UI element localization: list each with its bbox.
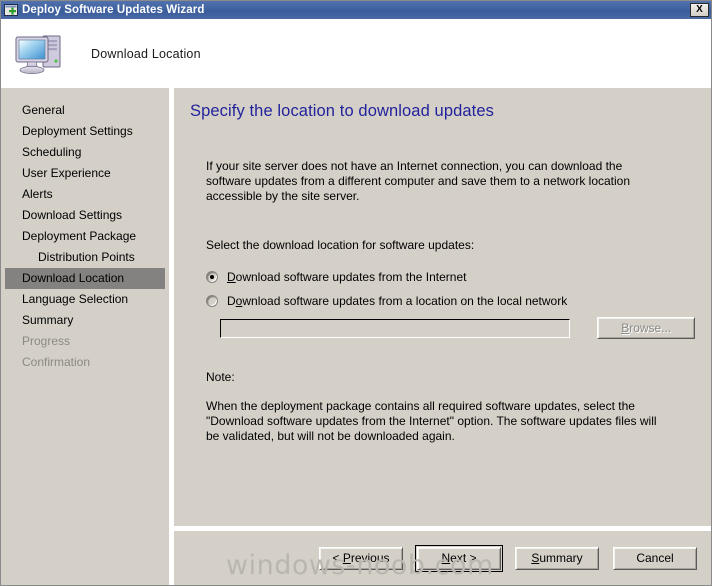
window-title: Deploy Software Updates Wizard: [22, 4, 205, 16]
summary-button-rest: ummary: [539, 551, 583, 565]
sidebar-item-deployment-settings[interactable]: Deployment Settings: [5, 121, 165, 142]
radio-download-from-local-network[interactable]: [206, 295, 218, 307]
wizard-content-panel: Specify the location to download updates…: [174, 88, 711, 526]
browse-button-rest: rowse...: [629, 321, 672, 335]
sidebar-item-scheduling[interactable]: Scheduling: [5, 142, 165, 163]
sidebar-item-alerts[interactable]: Alerts: [5, 184, 165, 205]
intro-text: If your site server does not have an Int…: [206, 159, 631, 203]
radio-row-local-network[interactable]: Download software updates from a locatio…: [206, 294, 695, 308]
cancel-button[interactable]: Cancel: [613, 546, 697, 570]
select-location-label: Select the download location for softwar…: [206, 238, 475, 252]
summary-button[interactable]: Summary: [515, 546, 599, 570]
wizard-window-plus-icon: [4, 3, 18, 17]
radio-label-internet: Download software updates from the Inter…: [227, 270, 467, 284]
wizard-body: General Deployment Settings Scheduling U…: [1, 88, 711, 585]
sidebar-item-download-settings[interactable]: Download Settings: [5, 205, 165, 226]
browse-button: Browse...: [597, 317, 695, 339]
network-path-input[interactable]: [220, 318, 571, 338]
radio-label-internet-rest: ownload software updates from the Intern…: [235, 270, 467, 284]
previous-button-rest: revious: [350, 551, 390, 565]
previous-button[interactable]: < Previous: [319, 546, 403, 570]
radio-label-local-rest: wnload software updates from a location …: [242, 294, 568, 308]
radio-label-local-network: Download software updates from a locatio…: [227, 294, 568, 308]
title-bar: Deploy Software Updates Wizard X: [1, 1, 711, 19]
path-row: Browse...: [220, 317, 695, 339]
radio-download-from-internet[interactable]: [206, 271, 218, 283]
wizard-right-column: Specify the location to download updates…: [169, 88, 711, 585]
page-title: Download Location: [91, 46, 201, 61]
sidebar-item-language-selection[interactable]: Language Selection: [5, 289, 165, 310]
sidebar-item-general[interactable]: General: [5, 100, 165, 121]
note-title: Note:: [206, 370, 235, 384]
sidebar-item-progress: Progress: [22, 334, 71, 348]
wizard-footer: < Previous Next > Summary Cancel: [174, 531, 711, 585]
wizard-step-nav: General Deployment Settings Scheduling U…: [1, 88, 169, 585]
sidebar-item-deployment-package[interactable]: Deployment Package: [5, 226, 165, 247]
sidebar-item-user-experience[interactable]: User Experience: [5, 163, 165, 184]
sidebar-item-confirmation: Confirmation: [22, 355, 91, 369]
computer-monitor-icon: [13, 28, 71, 80]
radio-row-internet[interactable]: Download software updates from the Inter…: [206, 270, 695, 284]
sidebar-item-download-location[interactable]: Download Location: [5, 268, 165, 289]
next-button-rest: ext >: [450, 551, 477, 565]
sidebar-item-summary[interactable]: Summary: [5, 310, 165, 331]
wizard-window: Deploy Software Updates Wizard X Downloa…: [0, 0, 712, 586]
note-body: When the deployment package contains all…: [206, 399, 657, 443]
content-heading: Specify the location to download updates: [190, 102, 494, 120]
close-icon[interactable]: X: [690, 3, 709, 17]
next-button[interactable]: Next >: [415, 544, 503, 572]
sidebar-item-distribution-points[interactable]: Distribution Points: [5, 247, 165, 268]
wizard-header: Download Location: [1, 19, 711, 88]
